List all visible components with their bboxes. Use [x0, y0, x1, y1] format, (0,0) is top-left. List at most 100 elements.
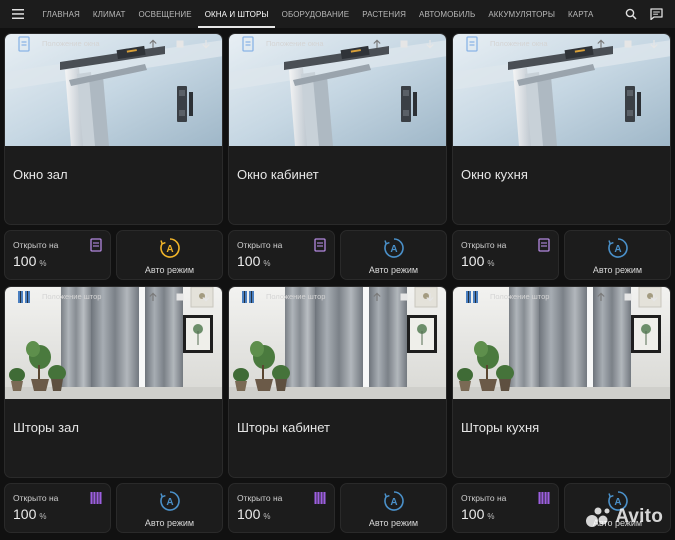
stat-label: Открыто на — [237, 493, 283, 503]
close-button[interactable] — [646, 289, 662, 305]
card-title: Шторы кухня — [461, 420, 540, 435]
top-app-bar: ГЛАВНАЯ КЛИМАТ ОСВЕЩЕНИЕ ОКНА И ШТОРЫ ОБ… — [0, 0, 675, 28]
curtain-icon — [314, 492, 326, 504]
open-button[interactable] — [369, 289, 385, 305]
card-title: Окно кухня — [461, 167, 528, 182]
auto-mode-button-living[interactable]: A Авто режим — [116, 230, 223, 280]
tab-lighting[interactable]: ОСВЕЩЕНИЕ — [132, 0, 198, 28]
stop-button[interactable] — [396, 289, 412, 305]
tab-windows-curtains[interactable]: ОКНА И ШТОРЫ — [198, 0, 276, 28]
svg-text:A: A — [390, 244, 397, 255]
close-button[interactable] — [198, 36, 214, 52]
auto-mode-button-office[interactable]: A Авто режим — [340, 230, 447, 280]
stat-label: Открыто на — [13, 240, 59, 250]
stat-label: Открыто на — [461, 493, 507, 503]
stat-value: 100 — [237, 506, 261, 522]
stat-value: 100 — [461, 506, 485, 522]
auto-mode-label: Авто режим — [368, 265, 419, 275]
auto-mode-label: Авто режим — [144, 265, 195, 275]
stop-button[interactable] — [172, 289, 188, 305]
stop-icon — [400, 40, 408, 48]
menu-button[interactable] — [0, 0, 36, 28]
open-button[interactable] — [145, 289, 161, 305]
control-label: Положение окна — [490, 39, 548, 48]
stat-label: Открыто на — [13, 493, 59, 503]
window-icon — [90, 238, 102, 252]
assist-button[interactable] — [647, 5, 665, 23]
auto-mode-icon: A — [607, 238, 628, 258]
stop-button[interactable] — [620, 289, 636, 305]
curtain-icon — [538, 492, 550, 504]
arrow-down-icon — [202, 40, 210, 49]
curtain-icon — [242, 291, 254, 303]
tab-car[interactable]: АВТОМОБИЛЬ — [413, 0, 482, 28]
curtain-card-kitchen: Шторы кухня Положение штор — [452, 286, 671, 478]
stat-value: 100 — [461, 253, 485, 269]
menu-icon — [12, 9, 24, 19]
window-card-living: Окно зал Положение окна — [4, 33, 223, 225]
control-label: Положение штор — [42, 292, 102, 301]
window-open-percent-office[interactable]: Открыто на 100% — [228, 230, 335, 280]
card-title: Шторы зал — [13, 420, 79, 435]
arrow-up-icon — [597, 292, 605, 301]
stop-button[interactable] — [172, 36, 188, 52]
curtain-icon — [18, 291, 30, 303]
auto-mode-icon: A — [383, 238, 404, 258]
auto-mode-button-curtain-office[interactable]: A Авто режим — [340, 483, 447, 533]
stat-value-wrap: 100% — [13, 253, 46, 269]
window-photo — [5, 34, 222, 146]
tab-climate[interactable]: КЛИМАТ — [86, 0, 132, 28]
open-button[interactable] — [145, 36, 161, 52]
svg-text:A: A — [390, 497, 397, 508]
open-button[interactable] — [369, 36, 385, 52]
control-label: Положение окна — [42, 39, 100, 48]
chat-icon — [649, 8, 663, 20]
arrow-up-icon — [373, 292, 381, 301]
stat-value: 100 — [237, 253, 261, 269]
auto-mode-button-curtain-living[interactable]: A Авто режим — [116, 483, 223, 533]
stat-value-wrap: 100% — [461, 253, 494, 269]
close-button[interactable] — [422, 36, 438, 52]
window-icon — [18, 36, 30, 52]
stat-value-wrap: 100% — [237, 253, 270, 269]
open-button[interactable] — [593, 36, 609, 52]
auto-mode-icon: A — [159, 491, 180, 511]
arrow-up-icon — [597, 39, 605, 48]
stat-label: Открыто на — [237, 240, 283, 250]
window-icon — [314, 238, 326, 252]
curtain-open-percent-office[interactable]: Открыто на 100% — [228, 483, 335, 533]
arrow-down-icon — [650, 293, 658, 302]
close-button[interactable] — [422, 289, 438, 305]
stat-value-wrap: 100% — [237, 506, 270, 522]
curtain-open-percent-living[interactable]: Открыто на 100% — [4, 483, 111, 533]
stat-unit: % — [39, 512, 47, 521]
tab-map[interactable]: КАРТА — [562, 0, 600, 28]
stat-unit: % — [39, 259, 47, 268]
tab-home[interactable]: ГЛАВНАЯ — [36, 0, 86, 28]
card-title: Окно зал — [13, 167, 68, 182]
stop-button[interactable] — [396, 36, 412, 52]
arrow-down-icon — [202, 293, 210, 302]
stop-button[interactable] — [620, 36, 636, 52]
window-open-percent-living[interactable]: Открыто на 100% — [4, 230, 111, 280]
tab-equipment[interactable]: ОБОРУДОВАНИЕ — [275, 0, 356, 28]
curtain-open-percent-kitchen[interactable]: Открыто на 100% — [452, 483, 559, 533]
search-button[interactable] — [622, 5, 640, 23]
curtain-icon — [90, 492, 102, 504]
open-button[interactable] — [593, 289, 609, 305]
close-button[interactable] — [646, 36, 662, 52]
stop-icon — [176, 293, 184, 301]
stop-icon — [400, 293, 408, 301]
card-title: Окно кабинет — [237, 167, 319, 182]
arrow-up-icon — [373, 39, 381, 48]
svg-text:A: A — [166, 244, 173, 255]
stop-icon — [624, 293, 632, 301]
auto-mode-icon: A — [159, 238, 180, 258]
stat-value-wrap: 100% — [13, 506, 46, 522]
tab-plants[interactable]: РАСТЕНИЯ — [356, 0, 413, 28]
search-icon — [625, 8, 637, 20]
auto-mode-button-kitchen[interactable]: A Авто режим — [564, 230, 671, 280]
tab-batteries[interactable]: АККУМУЛЯТОРЫ — [482, 0, 562, 28]
close-button[interactable] — [198, 289, 214, 305]
window-open-percent-kitchen[interactable]: Открыто на 100% — [452, 230, 559, 280]
